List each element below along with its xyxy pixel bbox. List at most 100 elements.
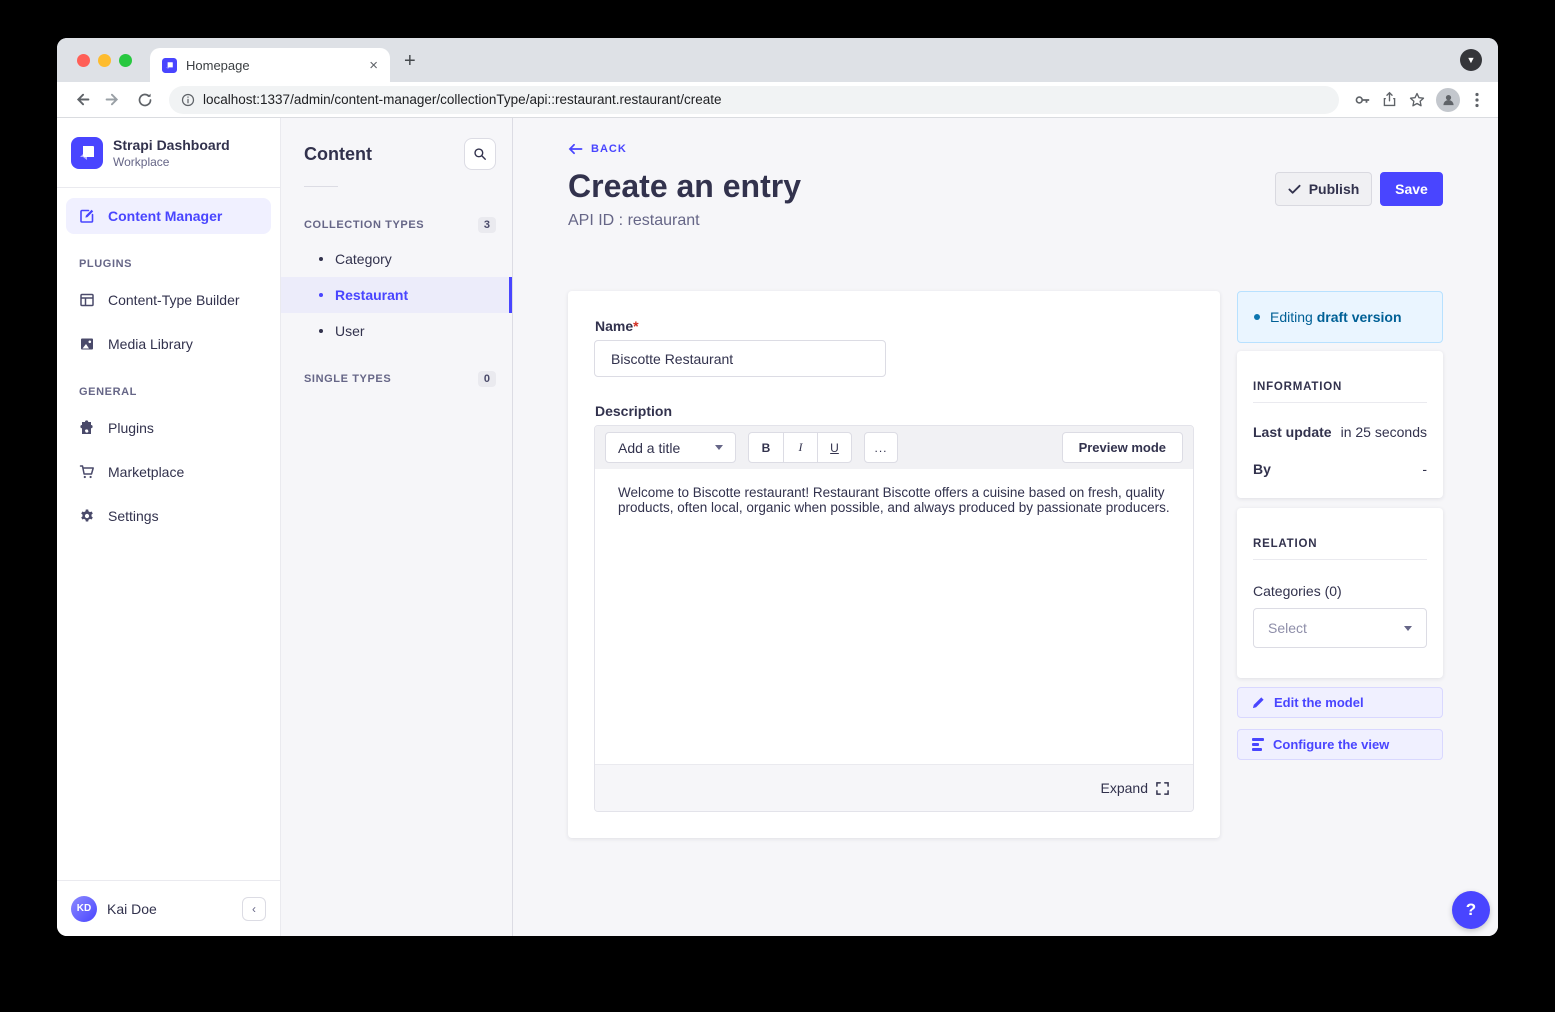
general-section-label: GENERAL [57,386,280,398]
preview-mode-button[interactable]: Preview mode [1062,432,1183,463]
collapse-sidebar-button[interactable]: ‹ [242,897,266,921]
page-title: Create an entry [568,168,801,205]
edit-model-label: Edit the model [1274,695,1364,710]
plugins-section-label: PLUGINS [57,258,280,270]
browser-window: Homepage × + ▼ localhost:1337/admin/cont… [57,38,1498,936]
tab-strip: Homepage × + ▼ [57,38,1498,82]
minimize-window-button[interactable] [98,54,111,67]
bullet-icon [319,329,323,333]
sidebar-item-label: Plugins [108,420,154,436]
configure-view-button[interactable]: Configure the view [1237,729,1443,760]
password-key-icon[interactable] [1353,91,1371,109]
back-link[interactable]: BACK [568,143,627,155]
divider [1253,559,1427,560]
by-label: By [1253,461,1271,477]
divider [1253,402,1427,403]
edit-model-button[interactable]: Edit the model [1237,687,1443,718]
relation-title: RELATION [1253,508,1427,550]
menu-dots-icon[interactable] [1470,92,1484,108]
expand-icon[interactable] [1156,782,1169,795]
sidebar: Strapi Dashboard Workplace Content Manag… [57,118,281,936]
media-library-icon [78,336,96,352]
content-type-builder-icon [78,292,96,308]
back-arrow-icon [568,143,583,155]
plugins-puzzle-icon [78,420,96,436]
close-window-button[interactable] [77,54,90,67]
more-formatting-button[interactable]: ... [864,432,898,463]
search-button[interactable] [464,138,496,170]
settings-gear-icon [78,508,96,524]
required-asterisk: * [633,318,638,334]
publish-label: Publish [1309,181,1360,197]
chevron-down-icon[interactable]: ▼ [1460,49,1482,71]
window-controls [77,54,132,67]
sidebar-item-label: Marketplace [108,464,184,480]
user-avatar[interactable]: KD [71,896,97,922]
configure-view-label: Configure the view [1273,737,1389,752]
help-button[interactable]: ? [1452,891,1490,929]
single-types-count-badge: 0 [478,371,496,387]
toolbar-actions [1349,88,1488,112]
check-icon [1288,184,1301,195]
configure-icon [1252,738,1264,751]
description-textarea[interactable]: Welcome to Biscotte restaurant! Restaura… [595,469,1193,764]
content-subnav: Content COLLECTION TYPES 3 Category Rest… [281,118,513,936]
url-text: localhost:1337/admin/content-manager/col… [203,92,722,107]
underline-button[interactable]: U [817,433,851,462]
info-icon[interactable] [181,93,195,107]
tab-close-icon[interactable]: × [369,57,378,74]
workspace-brand[interactable]: Strapi Dashboard Workplace [57,118,280,188]
strapi-favicon [162,58,177,73]
sidebar-item-marketplace[interactable]: Marketplace [66,454,271,490]
workspace-title: Strapi Dashboard [113,137,230,153]
collection-types-label: COLLECTION TYPES [304,219,424,231]
sidebar-item-content-type-builder[interactable]: Content-Type Builder [66,282,271,318]
description-text: Welcome to Biscotte restaurant! Restaura… [618,486,1170,515]
name-field-label: Name* [595,318,639,334]
publish-button[interactable]: Publish [1275,172,1372,206]
last-update-label: Last update [1253,424,1332,440]
strapi-app: Strapi Dashboard Workplace Content Manag… [57,118,1498,936]
sidebar-item-label: Settings [108,508,159,524]
caret-down-icon [715,445,723,450]
bullet-icon [319,257,323,261]
subnav-item-restaurant[interactable]: Restaurant [281,277,512,313]
browser-tab[interactable]: Homepage × [150,48,390,82]
main-content: BACK Create an entry API ID : restaurant… [513,118,1498,936]
italic-button[interactable]: I [783,433,817,462]
back-icon[interactable] [67,86,95,114]
reload-icon[interactable] [131,86,159,114]
categories-select[interactable]: Select [1253,608,1427,648]
bookmark-star-icon[interactable] [1408,91,1426,109]
last-update-value: in 25 seconds [1341,424,1427,440]
save-button[interactable]: Save [1380,172,1443,206]
information-panel: INFORMATION Last update in 25 seconds By… [1237,351,1443,498]
expand-label: Expand [1101,780,1148,796]
forward-icon[interactable] [99,86,127,114]
sidebar-item-settings[interactable]: Settings [66,498,271,534]
by-value: - [1422,461,1427,477]
information-title: INFORMATION [1253,351,1427,393]
sidebar-item-plugins[interactable]: Plugins [66,410,271,446]
profile-icon[interactable] [1436,88,1460,112]
url-bar[interactable]: localhost:1337/admin/content-manager/col… [169,86,1339,114]
subnav-item-user[interactable]: User [281,313,512,349]
sidebar-item-label: Content Manager [108,208,222,224]
sidebar-item-media-library[interactable]: Media Library [66,326,271,362]
add-title-dropdown[interactable]: Add a title [605,432,736,463]
subnav-item-category[interactable]: Category [281,241,512,277]
bold-button[interactable]: B [749,433,783,462]
draft-dot-icon [1254,314,1260,320]
sidebar-item-content-manager[interactable]: Content Manager [66,198,271,234]
name-input[interactable] [594,340,886,377]
save-label: Save [1395,181,1428,197]
maximize-window-button[interactable] [119,54,132,67]
api-id-subtitle: API ID : restaurant [568,212,700,230]
share-icon[interactable] [1381,91,1398,108]
relation-panel: RELATION Categories (0) Select [1237,508,1443,678]
new-tab-icon[interactable]: + [404,51,416,71]
entry-form-card: Name* Description Add a title B I U [568,291,1220,838]
select-placeholder: Select [1268,620,1307,636]
browser-toolbar: localhost:1337/admin/content-manager/col… [57,82,1498,118]
subnav-title: Content [304,144,372,165]
